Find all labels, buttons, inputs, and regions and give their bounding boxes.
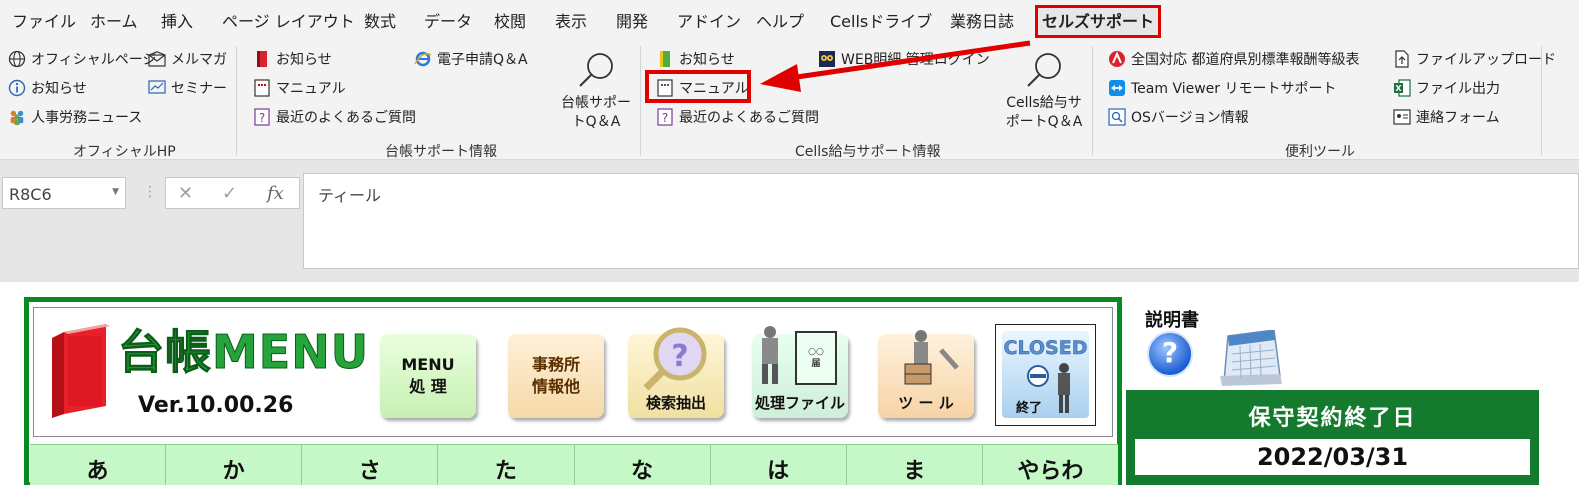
name-box[interactable]: R8C6 ▼ <box>2 177 126 209</box>
ledger-book-icon <box>52 324 110 418</box>
search-extract-button[interactable]: ? 検索抽出 <box>628 327 724 418</box>
contract-end-label: 保守契約終了日 <box>1248 406 1417 431</box>
name-box-value: R8C6 <box>9 185 52 204</box>
kana-tab-ka[interactable]: か <box>166 445 303 485</box>
kana-tab-ma[interactable]: ま <box>847 445 983 485</box>
menu-process-label-1: MENU <box>401 355 455 374</box>
svg-text:?: ? <box>671 339 688 374</box>
magnifier-question-icon: ? <box>643 327 707 391</box>
office-info-label-1: 事務所 <box>531 355 580 374</box>
worker-icon <box>904 330 959 385</box>
svg-text:○○: ○○ <box>808 347 824 357</box>
menu-process-button[interactable]: MENU 処 理 <box>380 334 476 418</box>
svg-text:届: 届 <box>811 358 820 369</box>
formula-buttons: ✕ ✓ fx <box>165 177 300 209</box>
help-icon[interactable]: ? <box>1147 331 1193 377</box>
formula-input[interactable]: ティール <box>303 173 1579 269</box>
kana-index-row: あ か さ た な は ま やらわ <box>30 444 1118 485</box>
menu-title: 台帳MENU <box>117 325 370 380</box>
closed-label: CLOSED <box>1003 337 1088 360</box>
kana-tab-ta[interactable]: た <box>438 445 575 485</box>
closed-sign-icon: CLOSED 終了 <box>1002 331 1089 418</box>
menu-process-label-2: 処 理 <box>409 377 447 396</box>
process-file-button[interactable]: ○○ 届 処理ファイル <box>752 326 848 418</box>
kana-tab-na[interactable]: な <box>575 445 711 485</box>
close-app-button[interactable]: CLOSED 終了 <box>995 324 1096 426</box>
kana-tab-a[interactable]: あ <box>30 445 167 485</box>
binder-icon: ○○ 届 <box>762 326 837 385</box>
kana-tab-sa[interactable]: さ <box>302 445 439 485</box>
cancel-icon[interactable]: ✕ <box>178 183 193 204</box>
formula-content: ティール <box>318 186 382 205</box>
search-extract-label: 検索抽出 <box>645 394 706 412</box>
fx-icon[interactable]: fx <box>267 183 284 204</box>
enter-icon[interactable]: ✓ <box>222 183 237 204</box>
version-label: Ver.10.00.26 <box>138 393 294 418</box>
process-file-label: 処理ファイル <box>754 394 845 412</box>
calendar-icon[interactable] <box>1220 330 1282 386</box>
closed-sub-label: 終了 <box>1016 401 1043 416</box>
tools-label: ツ ー ル <box>898 394 954 412</box>
office-info-button[interactable]: 事務所 情報他 <box>508 334 604 418</box>
kana-tab-yarawa[interactable]: やらわ <box>983 445 1118 485</box>
contract-end-date: 2022/03/31 <box>1133 437 1532 477</box>
tools-button[interactable]: ツ ー ル <box>878 330 974 418</box>
manual-label: 説明書 <box>1145 310 1199 331</box>
grip-icon[interactable]: ⋮ <box>143 184 157 200</box>
kana-tab-ha[interactable]: は <box>711 445 847 485</box>
office-info-label-2: 情報他 <box>531 377 580 396</box>
chevron-down-icon[interactable]: ▼ <box>112 187 119 197</box>
